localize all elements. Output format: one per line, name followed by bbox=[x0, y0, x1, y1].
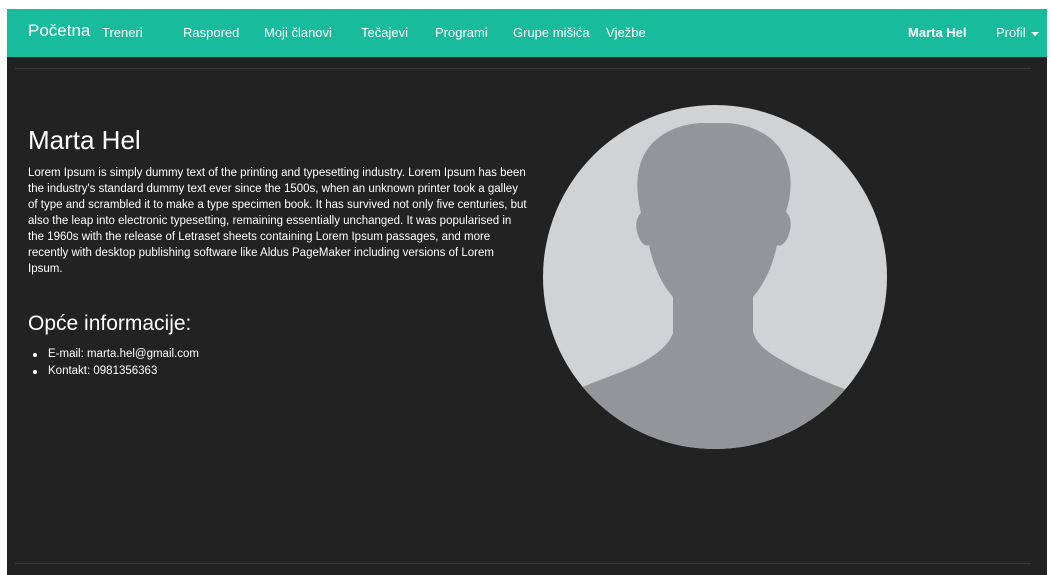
nav-user-name[interactable]: Marta Hel bbox=[908, 25, 967, 40]
nav-link-tecajevi[interactable]: Tečajevi bbox=[361, 25, 408, 40]
profile-bio: Lorem Ipsum is simply dummy text of the … bbox=[28, 167, 527, 275]
info-contact: Kontakt: 0981356363 bbox=[28, 363, 199, 380]
app-window: Početna Treneri Raspored Moji članovi Te… bbox=[7, 9, 1047, 575]
profile-name: Marta Hel bbox=[28, 125, 141, 155]
nav-link-grupe-misica[interactable]: Grupe mišića bbox=[513, 25, 590, 40]
divider-top bbox=[15, 68, 1031, 69]
profile-dropdown[interactable]: Profil bbox=[996, 25, 1039, 40]
profile-dropdown-label: Profil bbox=[996, 25, 1026, 40]
nav-link-programi[interactable]: Programi bbox=[435, 25, 488, 40]
navbar: Početna Treneri Raspored Moji članovi Te… bbox=[7, 9, 1047, 57]
nav-link-raspored[interactable]: Raspored bbox=[183, 25, 239, 40]
info-list: E-mail: marta.hel@gmail.com Kontakt: 098… bbox=[28, 346, 199, 380]
divider-bottom bbox=[15, 563, 1031, 564]
info-section-title: Opće informacije: bbox=[28, 312, 192, 335]
brand-link[interactable]: Početna bbox=[28, 21, 90, 41]
user-silhouette-icon bbox=[543, 105, 887, 449]
nav-link-treneri[interactable]: Treneri bbox=[102, 25, 143, 40]
caret-down-icon bbox=[1030, 31, 1039, 36]
info-email: E-mail: marta.hel@gmail.com bbox=[28, 346, 199, 363]
nav-link-vjezbe[interactable]: Vježbe bbox=[606, 25, 646, 40]
nav-link-moji-clanovi[interactable]: Moji članovi bbox=[264, 25, 332, 40]
